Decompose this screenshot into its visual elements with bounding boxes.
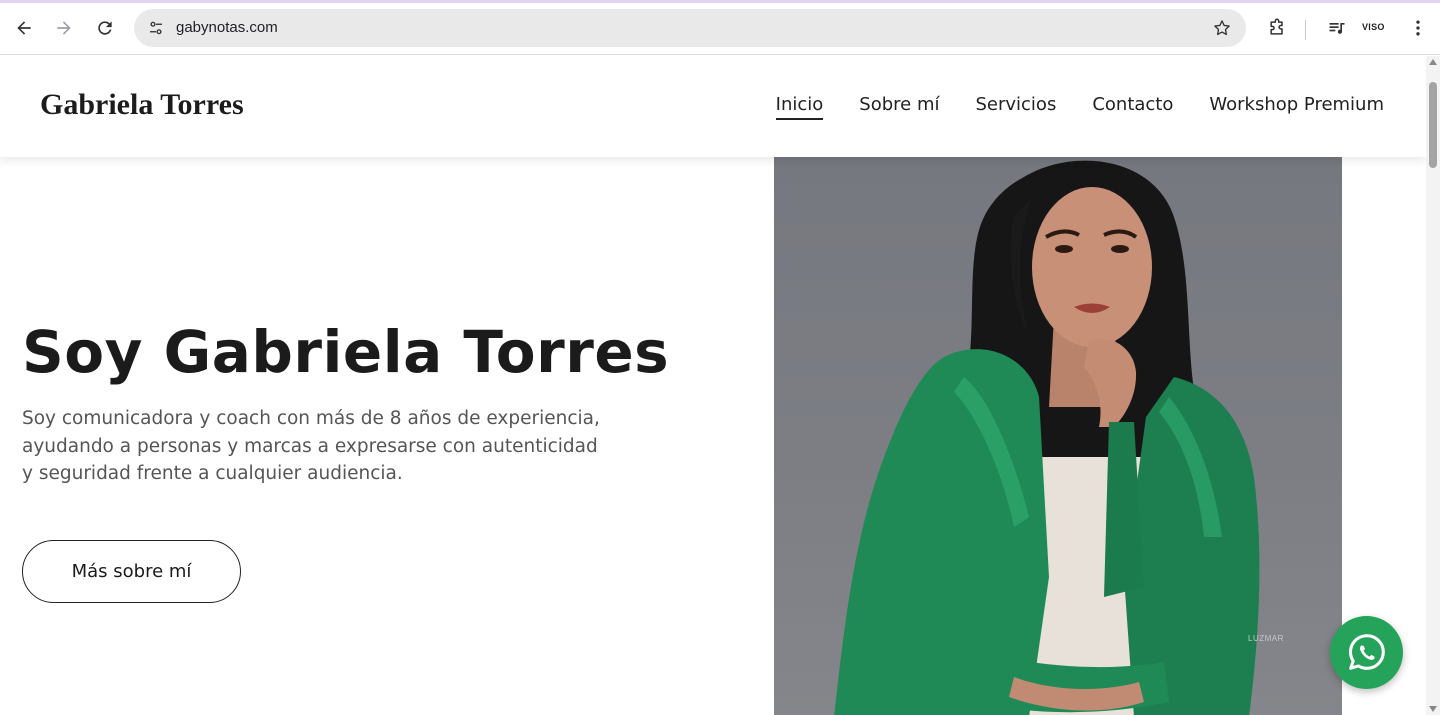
photo-watermark: LUZMAR — [1248, 634, 1284, 643]
whatsapp-icon — [1348, 633, 1385, 670]
site-header: Gabriela Torres Inicio Sobre mí Servicio… — [0, 56, 1426, 157]
star-icon — [1214, 20, 1230, 36]
forward-button[interactable] — [49, 13, 79, 43]
nav-contacto[interactable]: Contacto — [1092, 94, 1173, 120]
back-button[interactable] — [9, 13, 39, 43]
hero-title: Soy Gabriela Torres — [22, 318, 670, 386]
hero-portrait-photo: LUZMAR — [774, 157, 1342, 715]
reload-button[interactable] — [90, 13, 120, 43]
playlist-icon — [1329, 23, 1345, 34]
nav-servicios[interactable]: Servicios — [975, 94, 1056, 120]
address-bar[interactable]: gabynotas.com — [134, 9, 1246, 47]
nav-inicio[interactable]: Inicio — [775, 94, 824, 120]
scroll-down-arrow[interactable] — [1429, 706, 1437, 712]
bookmark-button[interactable] — [1212, 18, 1232, 38]
more-about-me-button[interactable]: Más sobre mí — [22, 540, 241, 603]
viso-extension[interactable]: VISO — [1362, 22, 1385, 32]
scroll-up-arrow[interactable] — [1429, 59, 1437, 65]
kebab-menu-icon — [1416, 20, 1420, 36]
hero-description: Soy comunicadora y coach con más de 8 añ… — [22, 408, 600, 484]
media-button[interactable] — [1322, 13, 1352, 43]
scroll-thumb[interactable] — [1429, 82, 1437, 168]
page-scrollbar[interactable] — [1426, 56, 1440, 715]
arrow-left-icon — [17, 21, 31, 35]
arrow-right-icon — [57, 21, 71, 35]
brand-logo[interactable]: Gabriela Torres — [40, 88, 244, 122]
extensions-button[interactable] — [1262, 13, 1292, 43]
tune-icon — [150, 21, 162, 35]
site-info-button[interactable] — [142, 14, 170, 42]
browser-menu-button[interactable] — [1403, 13, 1433, 43]
toolbar-separator — [1305, 20, 1306, 40]
portrait-illustration — [834, 160, 1260, 715]
web-page: Gabriela Torres Inicio Sobre mí Servicio… — [0, 56, 1426, 715]
browser-toolbar: gabynotas.com VISO — [0, 3, 1440, 55]
nav-sobre-mi[interactable]: Sobre mí — [859, 94, 939, 120]
main-nav: Inicio Sobre mí Servicios Contacto Works… — [775, 94, 1384, 120]
nav-workshop-premium[interactable]: Workshop Premium — [1209, 94, 1384, 120]
url-text[interactable]: gabynotas.com — [176, 19, 278, 36]
whatsapp-button[interactable] — [1330, 616, 1403, 689]
reload-icon — [98, 21, 112, 35]
puzzle-icon — [1270, 18, 1283, 35]
